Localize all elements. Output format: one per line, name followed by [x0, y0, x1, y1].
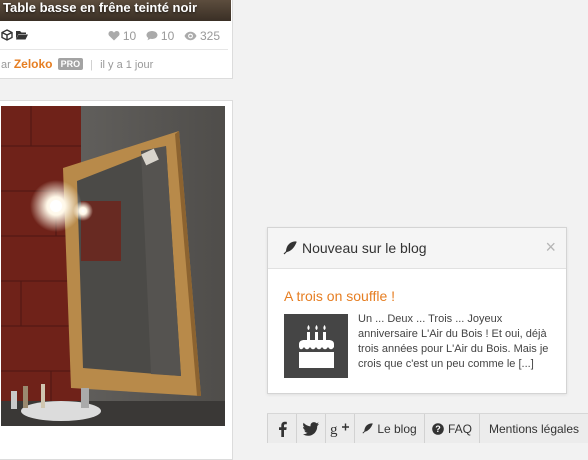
pro-badge: PRO: [57, 58, 84, 70]
project-byline: ar Zeloko PRO | il y a 1 jour: [1, 57, 153, 71]
question-circle-icon: ?: [432, 422, 444, 435]
blog-notification-title: Nouveau sur le blog: [302, 240, 427, 256]
legal-notice-link[interactable]: Mentions légales: [479, 414, 588, 443]
views-count: 325: [199, 29, 220, 43]
project-card-2[interactable]: [0, 100, 233, 460]
blog-link[interactable]: Le blog: [354, 414, 424, 443]
google-plus-icon: g: [330, 422, 349, 437]
author-link[interactable]: Zeloko: [14, 57, 53, 71]
comments-stat[interactable]: 10: [146, 29, 178, 43]
folder-open-icon: [16, 31, 28, 40]
comments-count: 10: [160, 29, 175, 43]
legal-notice-label: Mentions légales: [488, 421, 580, 436]
blog-notification-header: Nouveau sur le blog ×: [268, 228, 566, 269]
feather-icon: [283, 241, 297, 255]
facebook-link[interactable]: [267, 414, 296, 443]
read-more-link[interactable]: [...]: [518, 358, 533, 370]
byline-separator: |: [90, 59, 94, 71]
post-time: il y a 1 jour: [100, 59, 154, 71]
blog-link-label: Le blog: [377, 421, 417, 436]
cube-icon: [1, 29, 13, 41]
twitter-link[interactable]: [296, 414, 325, 443]
google-plus-link[interactable]: g: [325, 414, 354, 443]
blog-post-excerpt: Un ... Deux ... Trois ... Joyeux anniver…: [358, 312, 554, 372]
facebook-icon: [278, 421, 287, 437]
close-button[interactable]: ×: [545, 238, 556, 256]
project-photo[interactable]: [1, 106, 225, 426]
views-stat: 325: [184, 29, 220, 43]
heart-icon: [108, 31, 120, 41]
project-title[interactable]: Table basse en frêne teinté noir: [3, 0, 197, 15]
mirror-photo: [1, 106, 225, 426]
feather-icon: [362, 423, 373, 434]
faq-link[interactable]: ? FAQ: [424, 414, 479, 443]
likes-count: 10: [122, 29, 137, 43]
blog-notification[interactable]: Nouveau sur le blog × A trois on souffle…: [267, 227, 567, 394]
birthday-cake-icon: [299, 325, 334, 368]
project-meta: 10 10 325: [0, 29, 228, 45]
byline-prefix: ar: [1, 59, 11, 71]
footer-bar: g Le blog ? FAQ Mentions légales: [267, 413, 588, 443]
likes-stat[interactable]: 10: [108, 29, 140, 43]
faq-link-label: FAQ: [447, 421, 472, 436]
project-thumbnail[interactable]: Table basse en frêne teinté noir: [0, 0, 231, 21]
project-card[interactable]: Table basse en frêne teinté noir 10 10 3…: [0, 0, 233, 79]
comment-icon: [146, 31, 158, 41]
divider: [0, 49, 228, 50]
project-stats: 10 10 325: [102, 29, 220, 43]
blog-post-thumbnail[interactable]: [284, 314, 348, 378]
svg-text:g: g: [330, 422, 338, 437]
twitter-icon: [303, 421, 319, 436]
blog-post-title[interactable]: A trois on souffle !: [284, 288, 395, 304]
eye-icon: [184, 31, 197, 41]
svg-text:?: ?: [435, 424, 441, 434]
